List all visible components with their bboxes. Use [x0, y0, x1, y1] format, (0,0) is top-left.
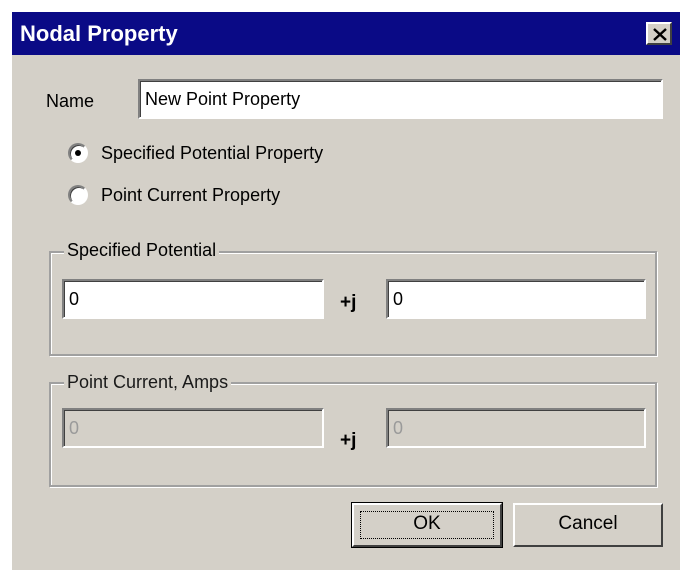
point-current-real-input[interactable]: 0 — [62, 408, 324, 448]
radio-selected-dot — [75, 150, 81, 156]
radio-specified-potential[interactable] — [68, 143, 88, 163]
specified-potential-plus-j: +j — [340, 292, 357, 313]
close-icon — [653, 28, 667, 41]
specified-potential-imag-input[interactable]: 0 — [386, 279, 646, 319]
cancel-button-label: Cancel — [558, 513, 618, 534]
radio-point-current[interactable] — [68, 185, 88, 205]
specified-potential-real-input[interactable]: 0 — [62, 279, 324, 319]
specified-potential-group-label: Specified Potential — [64, 240, 220, 261]
cancel-button[interactable]: Cancel — [513, 503, 663, 547]
radio-specified-potential-label[interactable]: Specified Potential Property — [101, 143, 323, 164]
point-current-plus-j: +j — [340, 430, 357, 451]
title-bar[interactable]: Nodal Property — [12, 12, 680, 55]
nodal-property-dialog: Nodal Property Name New Point Property S… — [10, 10, 680, 570]
name-input[interactable]: New Point Property — [138, 79, 663, 119]
close-button[interactable] — [646, 22, 672, 45]
point-current-imag-input[interactable]: 0 — [386, 408, 646, 448]
window-title: Nodal Property — [20, 21, 178, 46]
point-current-group-label: Point Current, Amps — [64, 372, 232, 393]
radio-point-current-label[interactable]: Point Current Property — [101, 185, 280, 206]
name-label: Name — [46, 91, 95, 111]
ok-button[interactable]: OK — [351, 502, 503, 548]
ok-button-label: OK — [413, 513, 441, 534]
